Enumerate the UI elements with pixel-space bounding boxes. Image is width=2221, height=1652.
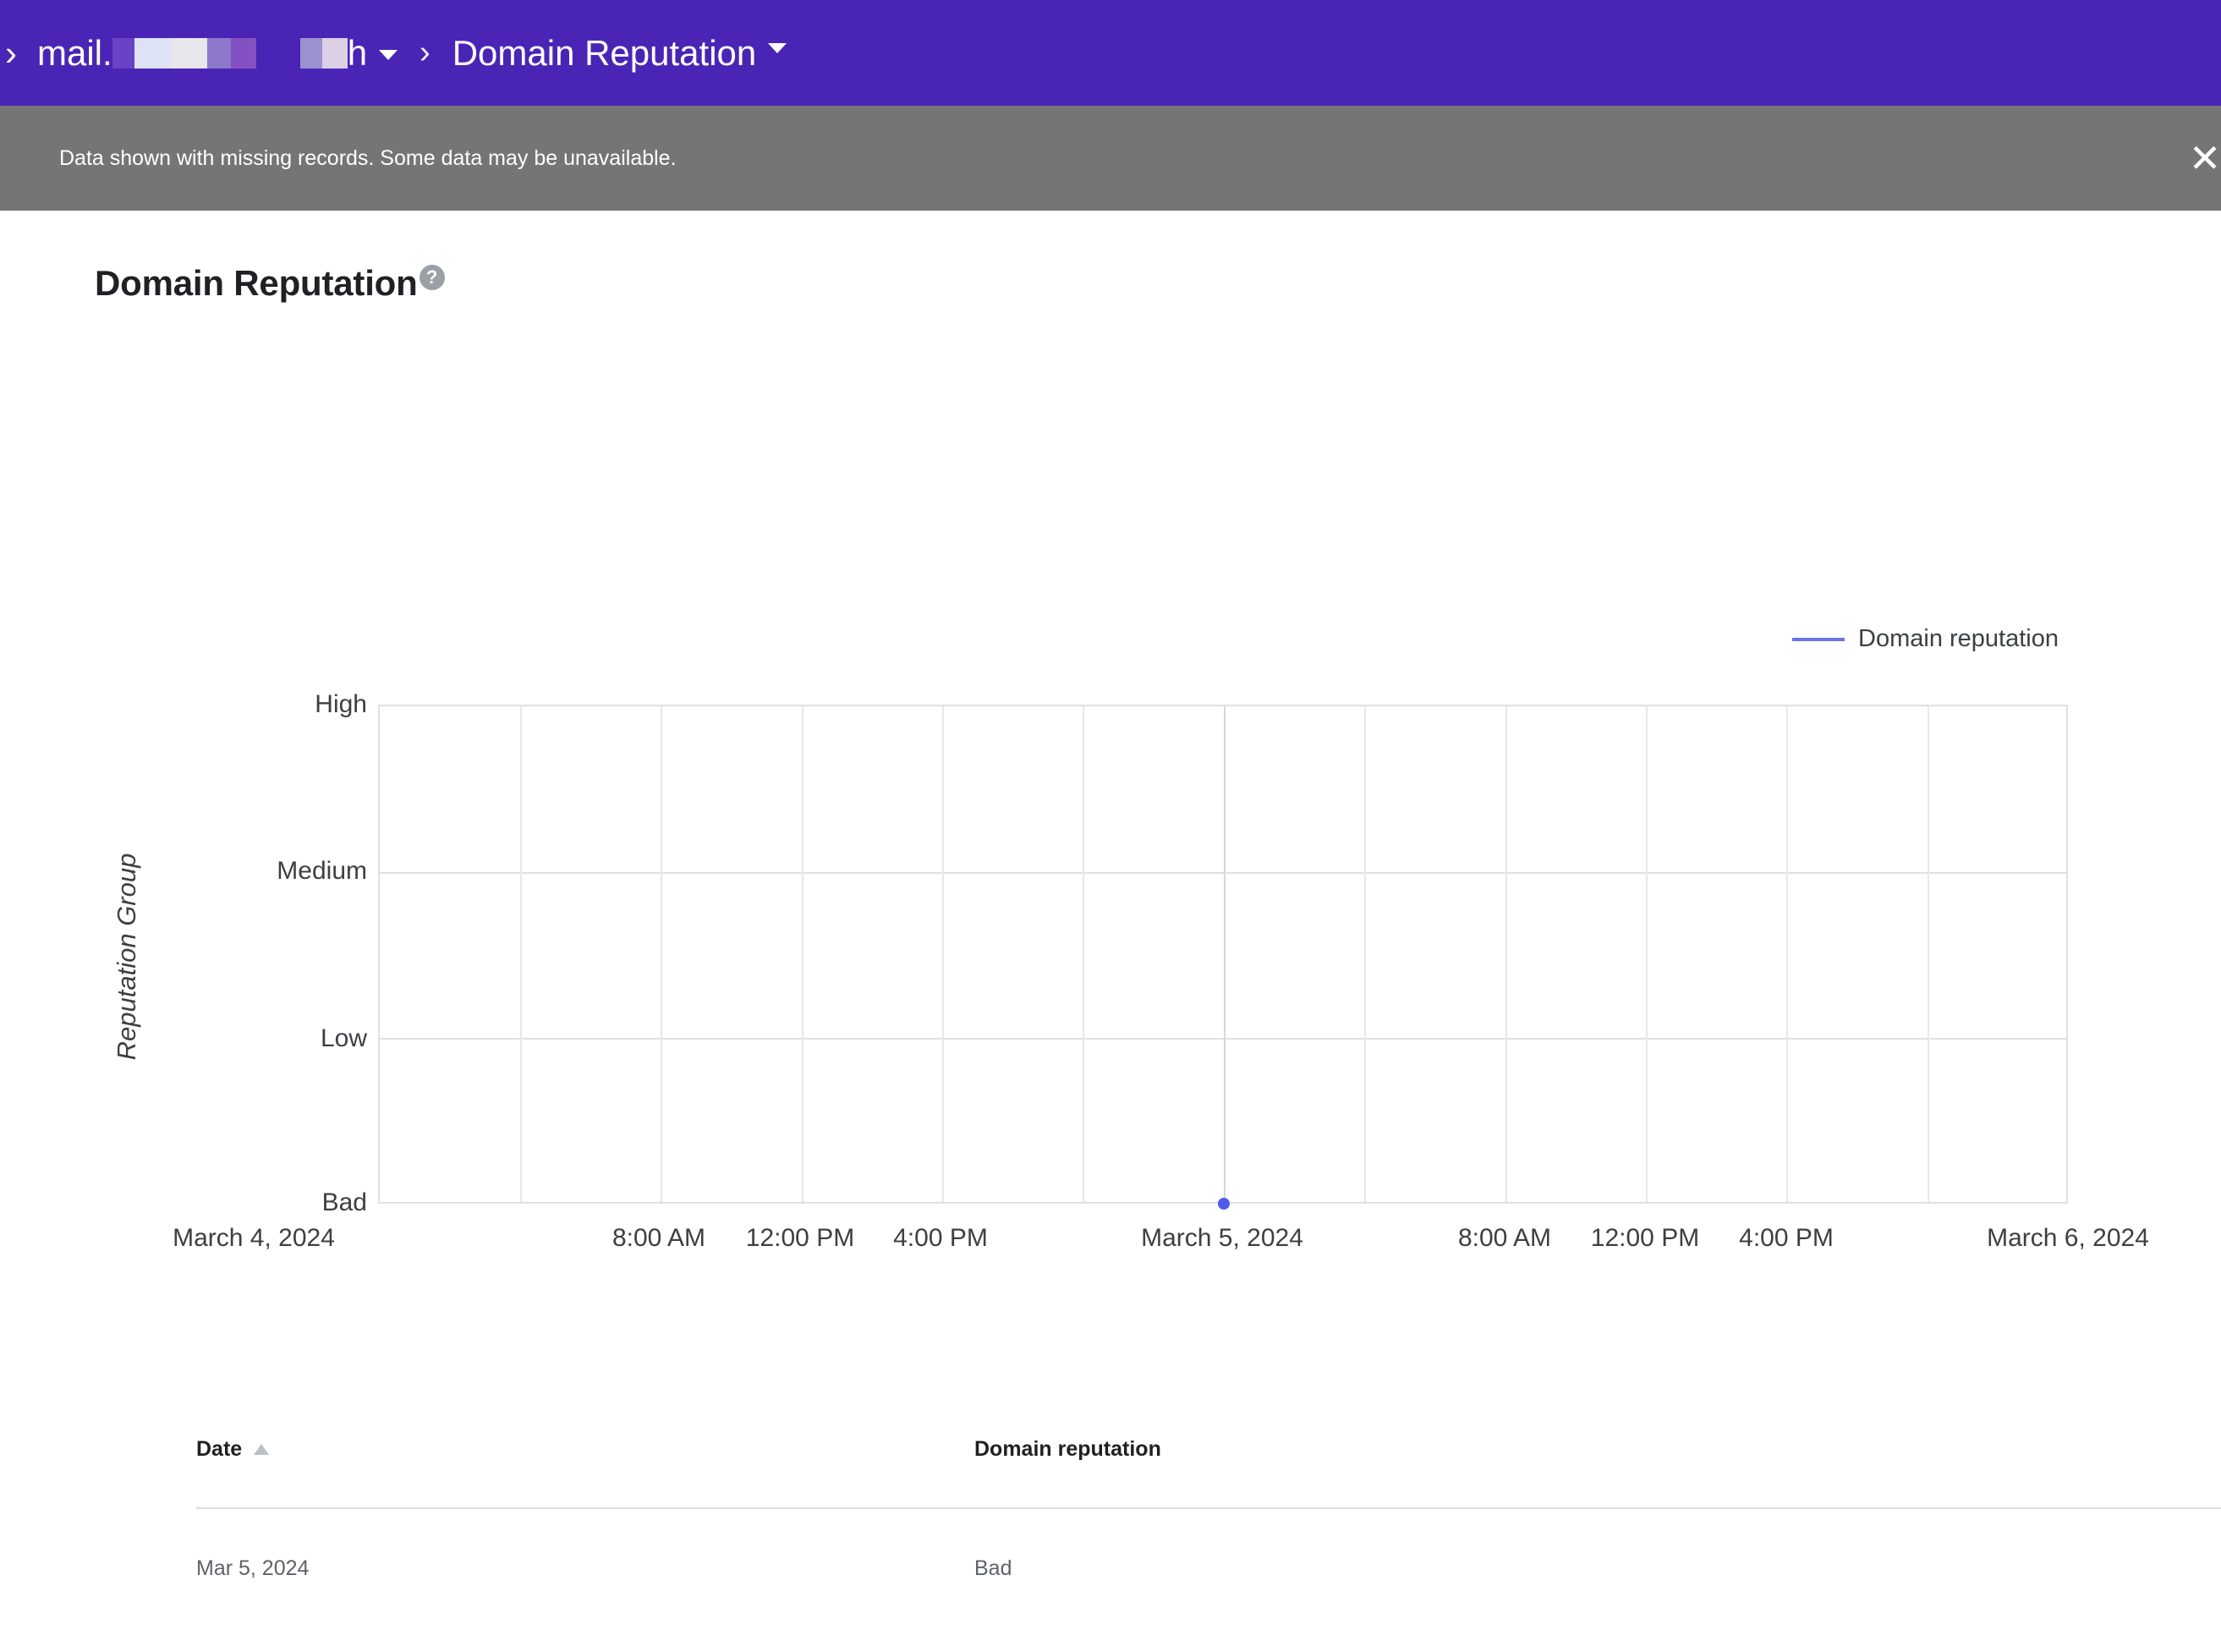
chart-x-tick: March 4, 2024 — [173, 1224, 335, 1252]
page-title-row: Domain Reputation ? — [95, 263, 2221, 304]
redacted-block — [321, 37, 348, 69]
gridline-vertical — [1083, 706, 1084, 1202]
gridline-vertical — [1928, 706, 1929, 1202]
page-content: Domain Reputation ? Domain reputation Re… — [0, 263, 2221, 1580]
gridline-vertical — [1364, 706, 1366, 1202]
table-column-header-reputation[interactable]: Domain reputation — [974, 1437, 1736, 1462]
chart-plot-area — [378, 705, 2068, 1210]
chart-x-tick: 8:00 AM — [611, 1224, 706, 1252]
breadcrumb: mail. h › Domain Reputation — [17, 33, 787, 74]
close-icon[interactable]: ✕ — [2182, 135, 2221, 181]
sort-ascending-icon[interactable] — [254, 1444, 270, 1455]
chart-x-tick: 8:00 AM — [1457, 1224, 1552, 1252]
chart-x-tick: March 6, 2024 — [1987, 1224, 2149, 1252]
gridline-horizontal — [380, 872, 2066, 874]
chart-legend: Domain reputation — [1792, 625, 2059, 653]
breadcrumb-current-label: Domain Reputation — [452, 32, 757, 73]
chart-data-point[interactable] — [1218, 1198, 1230, 1210]
breadcrumb-item-domain[interactable]: mail. h — [37, 33, 398, 74]
notification-banner: Data shown with missing records. Some da… — [0, 106, 2221, 211]
gridline-vertical — [942, 706, 944, 1202]
chart-y-tick-medium: Medium — [277, 857, 367, 885]
breadcrumb-lead-chevron-icon: › — [5, 35, 17, 71]
redacted-gap — [256, 38, 300, 69]
gridline-vertical — [520, 706, 522, 1202]
gridline-vertical — [1505, 706, 1507, 1202]
chart-y-axis-title: Reputation Group — [112, 853, 141, 1061]
redacted-block — [171, 37, 207, 69]
gridline-vertical — [1646, 706, 1648, 1202]
chart-x-tick: 12:00 PM — [745, 1224, 855, 1252]
redacted-block — [134, 37, 172, 69]
table-cell-date: Mar 5, 2024 — [196, 1556, 310, 1580]
gridline-vertical — [802, 706, 803, 1202]
gridline-horizontal — [380, 1038, 2066, 1040]
caret-down-icon[interactable] — [379, 49, 398, 60]
domain-reputation-table: Date Domain reputation Mar 5, 2024 Bad — [196, 1437, 2221, 1581]
gridline-vertical — [1786, 706, 1788, 1202]
table-row[interactable]: Mar 5, 2024 Bad — [196, 1509, 2221, 1581]
chart-x-tick: 4:00 PM — [893, 1224, 988, 1252]
breadcrumb-domain-suffix: h — [347, 32, 368, 73]
breadcrumb-domain-prefix: mail. — [37, 32, 112, 73]
redacted-block — [112, 37, 134, 69]
table-column-header-date[interactable]: Date — [196, 1437, 974, 1462]
chart-x-tick: 12:00 PM — [1590, 1224, 1700, 1252]
chart-y-tick-low: Low — [320, 1024, 367, 1052]
chart-y-tick-high: High — [315, 690, 367, 718]
table-header-row: Date Domain reputation — [196, 1437, 2221, 1509]
legend-label: Domain reputation — [1858, 625, 2059, 652]
redacted-block — [299, 37, 322, 69]
table-column-header-date-label: Date — [196, 1437, 243, 1461]
help-icon[interactable]: ? — [419, 265, 445, 290]
redacted-block — [206, 37, 231, 69]
table-cell-reputation: Bad — [974, 1556, 1012, 1580]
page-title: Domain Reputation — [95, 263, 418, 303]
gridline-vertical-major — [1224, 706, 1226, 1202]
redacted-block — [230, 37, 256, 69]
caret-down-icon[interactable] — [768, 42, 787, 53]
legend-line-swatch — [1792, 637, 1845, 641]
chart-x-tick: March 5, 2024 — [1141, 1224, 1303, 1252]
gridline-vertical — [661, 706, 662, 1202]
breadcrumb-item-current[interactable]: Domain Reputation — [452, 33, 787, 74]
app-bar: › mail. h › Domain Reputation — [0, 0, 2221, 106]
banner-message: Data shown with missing records. Some da… — [59, 145, 677, 170]
chart-x-tick: 4:00 PM — [1739, 1224, 1834, 1252]
chart-y-tick-bad: Bad — [321, 1188, 367, 1216]
breadcrumb-separator-icon: › — [420, 35, 430, 70]
table-column-header-reputation-label: Domain reputation — [974, 1437, 1161, 1461]
